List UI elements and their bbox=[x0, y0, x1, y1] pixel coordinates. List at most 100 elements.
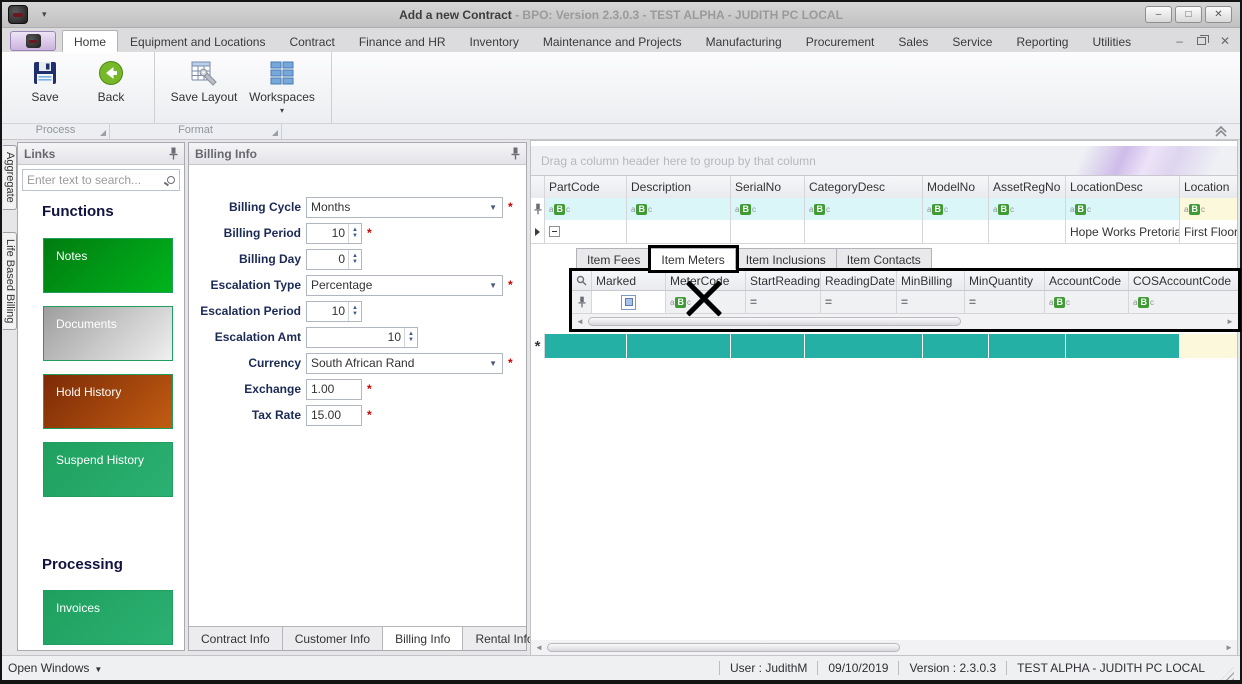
dialog-launcher-icon[interactable] bbox=[272, 130, 278, 136]
abc-filter-icon[interactable]: aBc bbox=[735, 204, 756, 215]
spinner-escalation-period[interactable]: 10▲▼ bbox=[306, 301, 362, 322]
spinner-buttons[interactable]: ▲▼ bbox=[404, 328, 417, 347]
search-icon[interactable] bbox=[167, 176, 175, 184]
quick-access-caret-icon[interactable]: ▾ bbox=[42, 9, 47, 20]
input-tax-rate[interactable]: 15.00 bbox=[306, 405, 362, 426]
dropdown-escalation-type[interactable]: Percentage▼ bbox=[306, 275, 503, 296]
pin-icon[interactable] bbox=[169, 147, 178, 160]
column-header-partcode[interactable]: PartCode bbox=[545, 176, 627, 198]
column-header-assetregno[interactable]: AssetRegNo bbox=[989, 176, 1066, 198]
resize-grip[interactable] bbox=[1221, 667, 1234, 680]
data-cell-partcode[interactable] bbox=[545, 220, 627, 243]
equals-filter-icon[interactable]: = bbox=[750, 295, 757, 309]
detail-tab-item-fees[interactable]: Item Fees bbox=[576, 248, 651, 270]
filter-cell-serialno[interactable]: aBc bbox=[731, 198, 805, 220]
sidebar-button-suspend-history[interactable]: Suspend History bbox=[43, 442, 173, 497]
new-row-cell-description[interactable] bbox=[627, 334, 731, 358]
subfilter-cell-accountcode[interactable]: aBc bbox=[1045, 291, 1129, 313]
filter-cell-locationdesc[interactable]: aBc bbox=[1066, 198, 1180, 220]
scrollbar-thumb[interactable] bbox=[547, 643, 900, 652]
app-logo-icon[interactable] bbox=[8, 5, 28, 24]
subcolumn-header-minbilling[interactable]: MinBilling bbox=[897, 271, 965, 290]
filter-cell-partcode[interactable]: aBc bbox=[545, 198, 627, 220]
data-cell-modelno[interactable] bbox=[923, 220, 989, 243]
filter-cell-categorydesc[interactable]: aBc bbox=[805, 198, 923, 220]
subfilter-cell-readingdate[interactable]: = bbox=[821, 291, 897, 313]
column-header-serialno[interactable]: SerialNo bbox=[731, 176, 805, 198]
filter-pin-icon[interactable] bbox=[534, 203, 542, 215]
save-layout-button[interactable]: Save Layout bbox=[165, 56, 243, 104]
group-by-bar[interactable]: Drag a column header here to group by th… bbox=[531, 146, 1237, 176]
dialog-launcher-icon[interactable] bbox=[100, 130, 106, 136]
marked-checkbox[interactable] bbox=[621, 295, 636, 310]
ribbon-tab-home[interactable]: Home bbox=[62, 30, 118, 52]
subcolumn-header-cosaccountcode[interactable]: COSAccountCode bbox=[1129, 271, 1238, 290]
subcolumn-header-marked[interactable]: Marked bbox=[592, 271, 666, 290]
filter-cell-description[interactable]: aBc bbox=[627, 198, 731, 220]
spinner-buttons[interactable]: ▲▼ bbox=[348, 224, 361, 243]
spinner-buttons[interactable]: ▲▼ bbox=[348, 302, 361, 321]
subgrid-horizontal-scrollbar[interactable]: ◄ ► bbox=[572, 314, 1238, 329]
spin-down-icon[interactable]: ▼ bbox=[349, 311, 361, 317]
data-cell-serialno[interactable] bbox=[731, 220, 805, 243]
ribbon-tab-equipment-and-locations[interactable]: Equipment and Locations bbox=[118, 30, 277, 52]
minimize-button[interactable]: – bbox=[1145, 6, 1172, 23]
subfilter-cell-cosaccountcode[interactable]: aBc bbox=[1129, 291, 1238, 313]
spin-down-icon[interactable]: ▼ bbox=[349, 259, 361, 265]
spinner-buttons[interactable]: ▲▼ bbox=[348, 250, 361, 269]
subcolumn-header-metercode[interactable]: MeterCode bbox=[666, 271, 746, 290]
maximize-button[interactable]: □ bbox=[1175, 6, 1202, 23]
column-header-modelno[interactable]: ModelNo bbox=[923, 176, 989, 198]
ribbon-tab-manufacturing[interactable]: Manufacturing bbox=[694, 30, 794, 52]
sidebar-button-invoices[interactable]: Invoices bbox=[43, 590, 173, 645]
grid-new-row[interactable]: * bbox=[531, 334, 1237, 358]
spinner-billing-day[interactable]: 0▲▼ bbox=[306, 249, 362, 270]
detail-tab-item-contacts[interactable]: Item Contacts bbox=[837, 248, 932, 270]
new-row-cell-locationdesc[interactable] bbox=[1066, 334, 1180, 358]
data-cell-location[interactable]: First Floor bbox=[1180, 220, 1237, 243]
workspaces-button[interactable]: Workspaces ▾ bbox=[243, 56, 321, 115]
column-header-description[interactable]: Description bbox=[627, 176, 731, 198]
filter-cell-assetregno[interactable]: aBc bbox=[989, 198, 1066, 220]
back-button[interactable]: Back bbox=[78, 56, 144, 104]
data-cell-assetregno[interactable] bbox=[989, 220, 1066, 243]
detail-tab-item-meters[interactable]: Item Meters bbox=[651, 248, 735, 270]
subfilter-cell-minbilling[interactable]: = bbox=[897, 291, 965, 313]
mdi-restore-icon[interactable] bbox=[1197, 37, 1206, 45]
collapse-row-icon[interactable] bbox=[549, 226, 560, 237]
new-row-cell-partcode[interactable] bbox=[545, 334, 627, 358]
close-button[interactable]: ✕ bbox=[1205, 6, 1232, 23]
subfilter-cell-startreading[interactable]: = bbox=[746, 291, 821, 313]
mdi-close-icon[interactable]: ✕ bbox=[1220, 34, 1230, 48]
subcolumn-header-minquantity[interactable]: MinQuantity bbox=[965, 271, 1045, 290]
collapse-ribbon-icon[interactable] bbox=[1214, 125, 1228, 137]
scroll-left-icon[interactable]: ◄ bbox=[572, 317, 588, 326]
spinner-billing-period[interactable]: 10▲▼ bbox=[306, 223, 362, 244]
tab-customer-info[interactable]: Customer Info bbox=[283, 627, 383, 650]
new-row-cell-modelno[interactable] bbox=[923, 334, 989, 358]
ribbon-tab-service[interactable]: Service bbox=[940, 30, 1004, 52]
abc-filter-icon[interactable]: aBc bbox=[993, 204, 1014, 215]
grid-data-row[interactable]: Hope Works PretoriaFirst Floor bbox=[531, 220, 1237, 244]
abc-filter-icon[interactable]: aBc bbox=[927, 204, 948, 215]
abc-filter-icon[interactable]: aBc bbox=[549, 204, 570, 215]
ribbon-tab-inventory[interactable]: Inventory bbox=[458, 30, 531, 52]
sidebar-button-documents[interactable]: Documents bbox=[43, 306, 173, 361]
pin-icon[interactable] bbox=[511, 147, 520, 160]
dropdown-currency[interactable]: South African Rand▼ bbox=[306, 353, 503, 374]
data-cell-categorydesc[interactable] bbox=[805, 220, 923, 243]
mdi-minimize-icon[interactable]: – bbox=[1176, 34, 1183, 48]
grid-horizontal-scrollbar[interactable]: ◄ ► bbox=[531, 640, 1237, 655]
ribbon-tab-contract[interactable]: Contract bbox=[277, 30, 346, 52]
data-cell-description[interactable] bbox=[627, 220, 731, 243]
filter-cell-modelno[interactable]: aBc bbox=[923, 198, 989, 220]
abc-filter-icon[interactable]: aBc bbox=[1184, 204, 1205, 215]
save-button[interactable]: Save bbox=[12, 56, 78, 104]
vertical-tab-life-based-billing[interactable]: Life Based Billing bbox=[3, 232, 17, 330]
subfilter-cell-metercode[interactable]: aBc bbox=[666, 291, 746, 313]
ribbon-tab-sales[interactable]: Sales bbox=[886, 30, 940, 52]
subcolumn-header-accountcode[interactable]: AccountCode bbox=[1045, 271, 1129, 290]
equals-filter-icon[interactable]: = bbox=[901, 295, 908, 309]
magnifier-icon[interactable] bbox=[576, 275, 587, 286]
abc-filter-icon[interactable]: aBc bbox=[670, 297, 691, 308]
